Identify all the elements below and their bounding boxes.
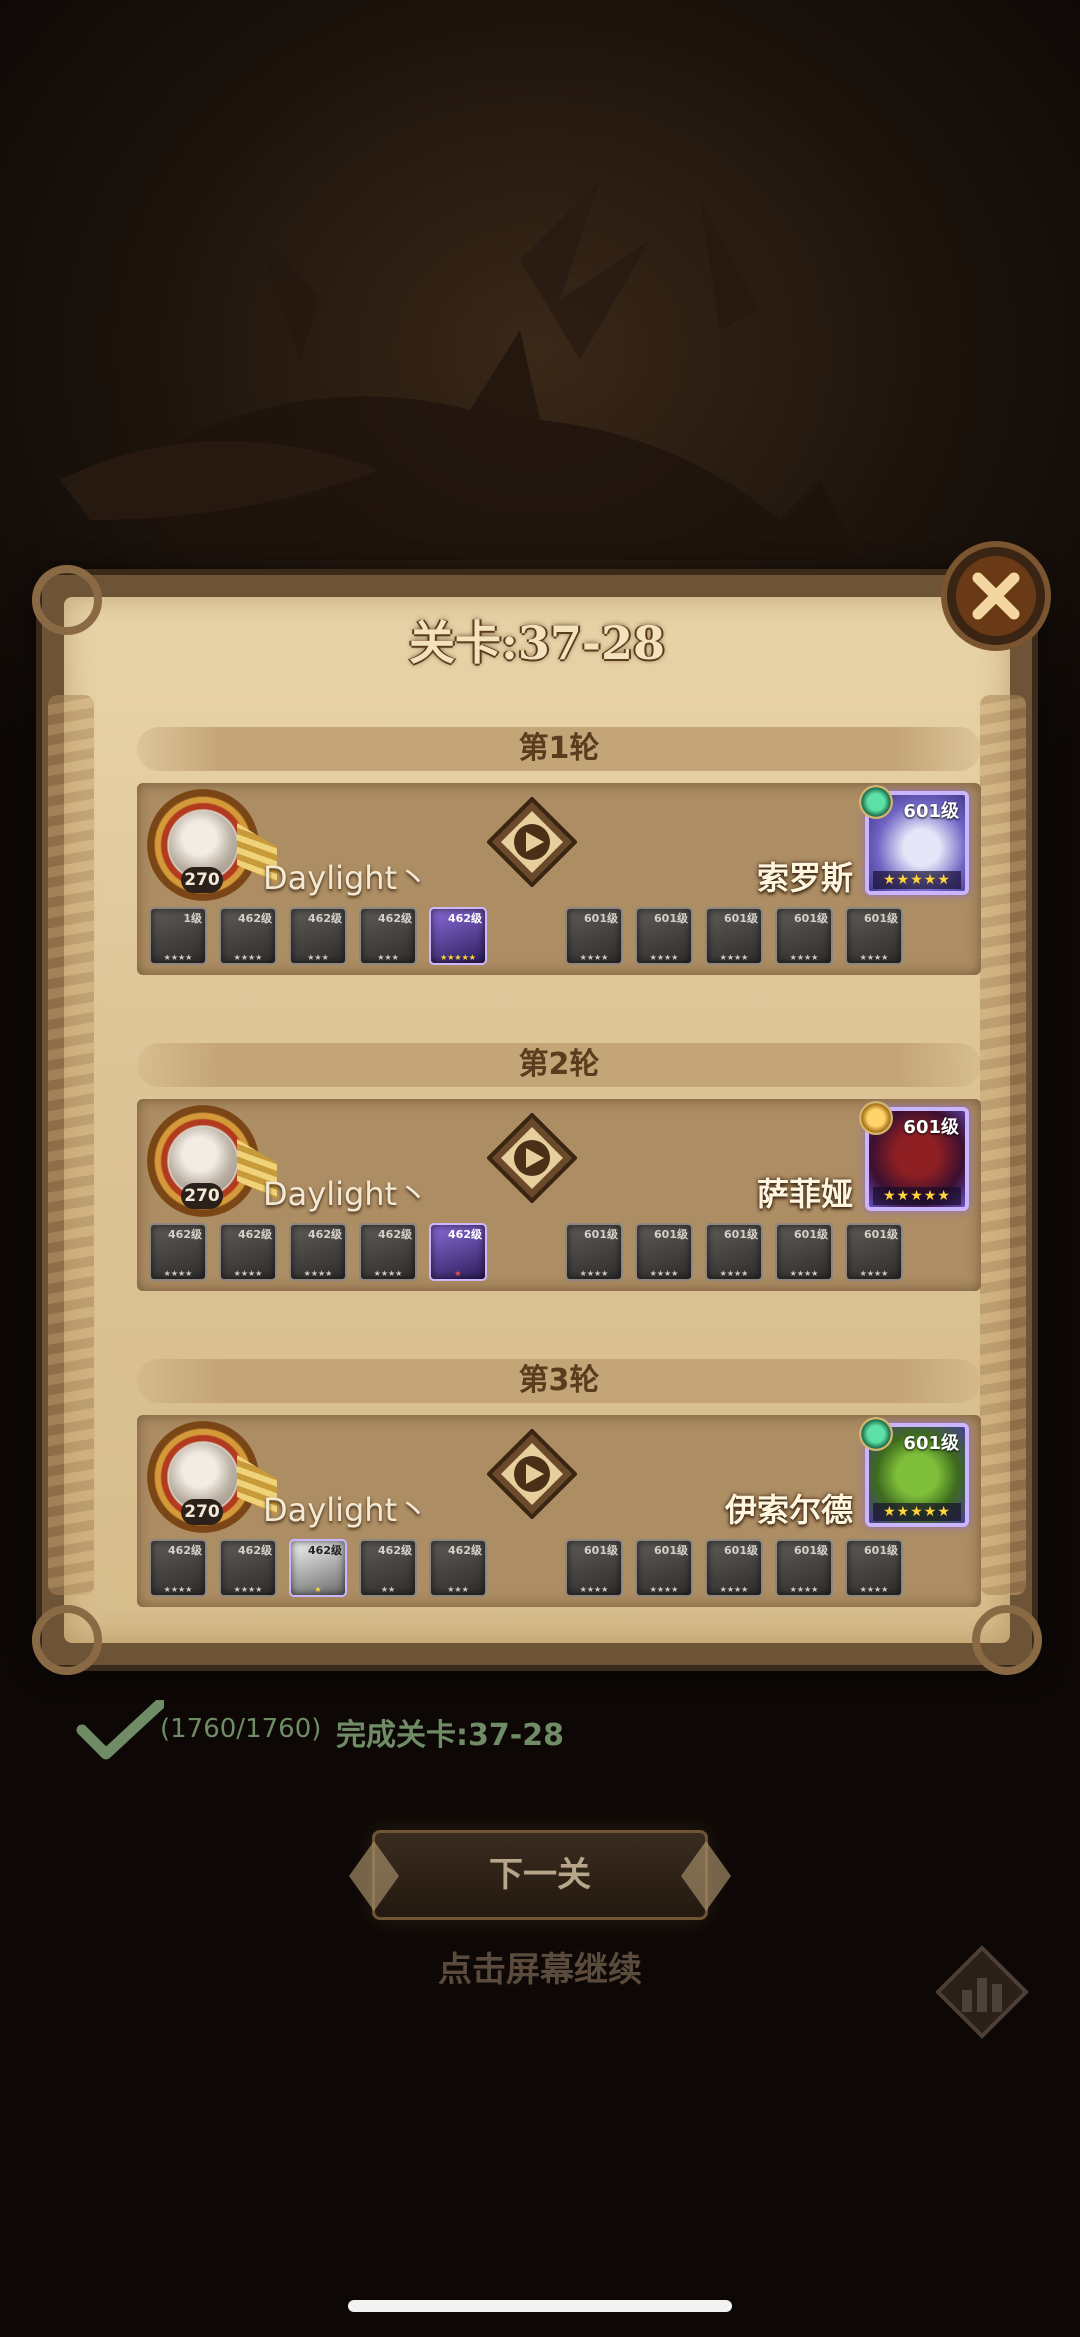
boss-portrait[interactable]: 601级 ★★★★★ xyxy=(859,785,969,895)
enemy-slot[interactable]: 601级 ★★★★ xyxy=(705,907,763,965)
enemy-slot[interactable]: 601级 ★★★★ xyxy=(775,1223,833,1281)
exp-progress: (1760/1760) xyxy=(160,1714,322,1744)
round-3: 第3轮 270 Daylight丶 伊索尔德 601级 ★★★★★ 462级 ★★… xyxy=(137,1359,981,1609)
replay-play-button[interactable] xyxy=(487,1429,577,1519)
boss-level: 601级 xyxy=(903,1433,959,1454)
enemy-slot[interactable]: 601级 ★★★★ xyxy=(705,1539,763,1597)
enemy-slot[interactable]: 601级 ★★★★ xyxy=(705,1223,763,1281)
boss-stars: ★★★★★ xyxy=(873,1187,961,1205)
tap-to-continue-hint: 点击屏幕继续 xyxy=(438,1950,642,1990)
hero-slot[interactable]: 462级 ★★★★ xyxy=(289,1223,347,1281)
enemy-team: 601级 ★★★★ 601级 ★★★★ 601级 ★★★★ 601级 ★★★★ 601级… xyxy=(565,907,965,967)
rope-decoration-left xyxy=(48,695,94,1595)
hero-slot[interactable]: 462级 ★★★★★ xyxy=(429,907,487,965)
player-level: 270 xyxy=(181,867,223,893)
boss-stars: ★★★★★ xyxy=(873,1503,961,1521)
boss-portrait[interactable]: 601级 ★★★★★ xyxy=(859,1101,969,1211)
round-body: 270 Daylight丶 索罗斯 601级 ★★★★★ 1级 ★★★★ 462级… xyxy=(137,783,981,975)
next-stage-button[interactable]: 下一关 xyxy=(349,1830,731,1920)
faction-badge-icon xyxy=(859,1417,893,1451)
player-team: 462级 ★★★★ 462级 ★★★★ 462级 ★ 462级 ★★ 462级 ★★★ xyxy=(149,1539,487,1599)
stage-complete-text: 完成关卡:37-28 xyxy=(336,1718,564,1753)
faction-badge-icon xyxy=(859,785,893,819)
replay-play-button[interactable] xyxy=(487,1113,577,1203)
enemy-slot[interactable]: 601级 ★★★★ xyxy=(565,1223,623,1281)
rope-decoration-right xyxy=(980,695,1026,1595)
hero-slot[interactable]: 462级 ★★★★ xyxy=(359,1223,417,1281)
hero-slot[interactable]: 462级 ★★★ xyxy=(359,907,417,965)
enemy-slot[interactable]: 601级 ★★★★ xyxy=(775,907,833,965)
enemy-slot[interactable]: 601级 ★★★★ xyxy=(565,907,623,965)
player-team: 1级 ★★★★ 462级 ★★★★ 462级 ★★★ 462级 ★★★ 462级 ★★★★… xyxy=(149,907,487,967)
round-body: 270 Daylight丶 萨菲娅 601级 ★★★★★ 462级 ★★★★ 46… xyxy=(137,1099,981,1291)
hero-slot[interactable]: 462级 ★★★★ xyxy=(219,1223,277,1281)
enemy-name: 萨菲娅 xyxy=(756,1175,853,1213)
hero-slot[interactable]: 462级 ★★ xyxy=(359,1539,417,1597)
round-label: 第3轮 xyxy=(137,1359,981,1403)
player-name: Daylight丶 xyxy=(263,1175,430,1213)
boss-level: 601级 xyxy=(903,801,959,822)
home-indicator[interactable] xyxy=(348,2300,732,2312)
faction-badge-icon xyxy=(859,1101,893,1135)
enemy-slot[interactable]: 601级 ★★★★ xyxy=(845,1539,903,1597)
enemy-team: 601级 ★★★★ 601级 ★★★★ 601级 ★★★★ 601级 ★★★★ 601级… xyxy=(565,1539,965,1599)
hero-slot[interactable]: 462级 ★ xyxy=(429,1223,487,1281)
round-body: 270 Daylight丶 伊索尔德 601级 ★★★★★ 462级 ★★★★ 4… xyxy=(137,1415,981,1607)
enemy-slot[interactable]: 601级 ★★★★ xyxy=(845,907,903,965)
hero-slot[interactable]: 462级 ★★★ xyxy=(429,1539,487,1597)
hero-slot[interactable]: 462级 ★★★★ xyxy=(149,1539,207,1597)
enemy-slot[interactable]: 601级 ★★★★ xyxy=(635,1223,693,1281)
battle-stats-button[interactable] xyxy=(934,1944,1030,2040)
boss-level: 601级 xyxy=(903,1117,959,1138)
corner-ornament xyxy=(32,1605,102,1675)
enemy-name: 伊索尔德 xyxy=(724,1491,853,1529)
enemy-team: 601级 ★★★★ 601级 ★★★★ 601级 ★★★★ 601级 ★★★★ 601级… xyxy=(565,1223,965,1283)
player-level: 270 xyxy=(181,1499,223,1525)
player-team: 462级 ★★★★ 462级 ★★★★ 462级 ★★★★ 462级 ★★★★ 462级… xyxy=(149,1223,487,1283)
enemy-slot[interactable]: 601级 ★★★★ xyxy=(565,1539,623,1597)
player-name: Daylight丶 xyxy=(263,1491,430,1529)
check-icon xyxy=(76,1700,164,1760)
hero-slot[interactable]: 462级 ★★★★ xyxy=(219,1539,277,1597)
replay-play-button[interactable] xyxy=(487,797,577,887)
round-2: 第2轮 270 Daylight丶 萨菲娅 601级 ★★★★★ 462级 ★★★… xyxy=(137,1043,981,1293)
enemy-slot[interactable]: 601级 ★★★★ xyxy=(635,907,693,965)
hero-slot[interactable]: 462级 ★ xyxy=(289,1539,347,1597)
close-button[interactable] xyxy=(940,540,1052,652)
hero-slot[interactable]: 462级 ★★★★ xyxy=(149,1223,207,1281)
hero-slot[interactable]: 1级 ★★★★ xyxy=(149,907,207,965)
boss-stars: ★★★★★ xyxy=(873,871,961,889)
hero-slot[interactable]: 462级 ★★★ xyxy=(289,907,347,965)
corner-ornament xyxy=(972,1605,1042,1675)
enemy-slot[interactable]: 601级 ★★★★ xyxy=(775,1539,833,1597)
boss-portrait[interactable]: 601级 ★★★★★ xyxy=(859,1417,969,1527)
enemy-name: 索罗斯 xyxy=(756,859,853,897)
player-name: Daylight丶 xyxy=(263,859,430,897)
round-1: 第1轮 270 Daylight丶 索罗斯 601级 ★★★★★ 1级★★★★ xyxy=(137,727,981,977)
stage-title: 关卡:37-28 xyxy=(408,616,666,670)
next-stage-label: 下一关 xyxy=(489,1855,591,1895)
enemy-slot[interactable]: 601级 ★★★★ xyxy=(635,1539,693,1597)
battle-report-panel: 关卡:37-28 第1轮 270 Daylight丶 索罗斯 601级 ★★★★… xyxy=(32,565,1042,1675)
round-label: 第1轮 xyxy=(137,727,981,771)
player-level: 270 xyxy=(181,1183,223,1209)
round-label: 第2轮 xyxy=(137,1043,981,1087)
enemy-slot[interactable]: 601级 ★★★★ xyxy=(845,1223,903,1281)
hero-slot[interactable]: 462级 ★★★★ xyxy=(219,907,277,965)
